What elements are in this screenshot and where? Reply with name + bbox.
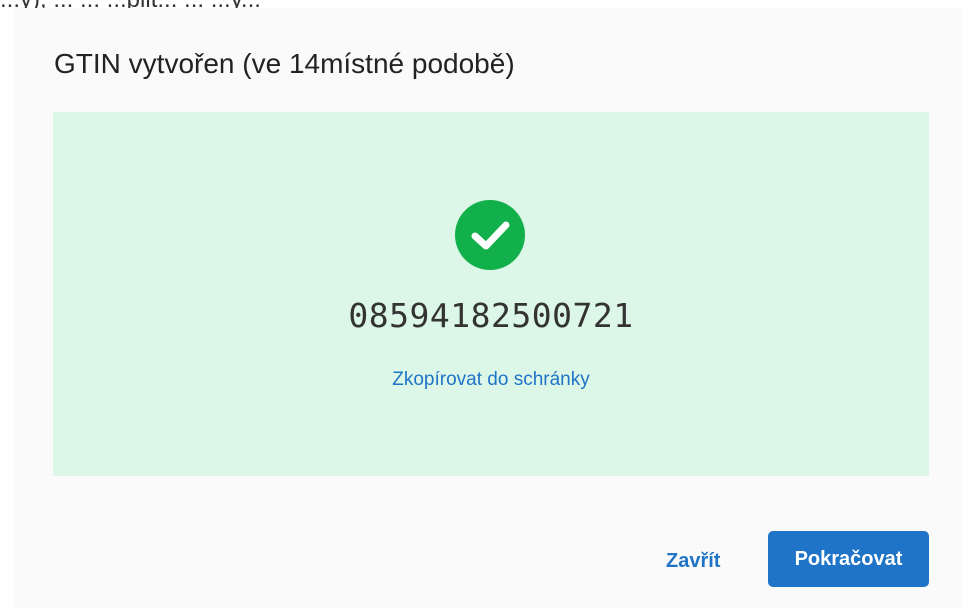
gtin-value: 08594182500721 (348, 296, 634, 335)
cropped-top-text: ...y), ... ... ...plit... ... ...y... (0, 0, 962, 8)
check-circle-icon (455, 200, 525, 270)
dialog-title: GTIN vytvořen (ve 14místné podobě) (54, 48, 515, 79)
gtin-dialog: GTIN vytvořen (ve 14místné podobě) 08594… (14, 8, 962, 608)
copy-to-clipboard-link[interactable]: Zkopírovat do schránky (53, 369, 929, 391)
continue-button[interactable]: Pokračovat (768, 531, 929, 587)
gtin-result-panel: 08594182500721 Zkopírovat do schránky (53, 112, 929, 476)
close-button[interactable]: Zavřít (666, 550, 720, 573)
